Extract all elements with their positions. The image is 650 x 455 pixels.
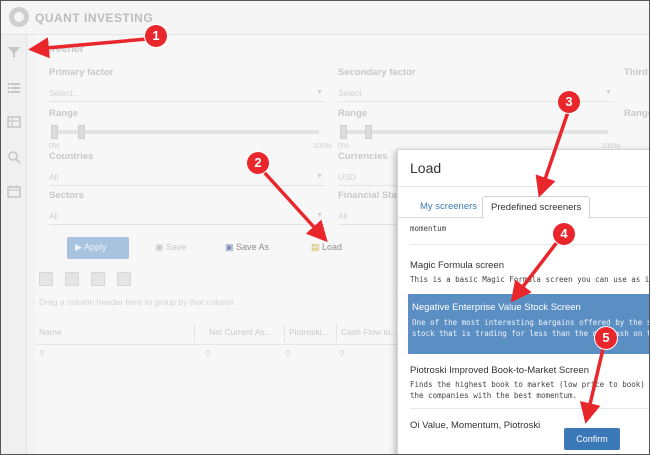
clear-filter-icon[interactable] xyxy=(117,272,131,286)
confirm-button[interactable]: Confirm xyxy=(564,428,620,450)
load-button[interactable]: ▤ Load xyxy=(303,237,350,259)
step-badge-3: 3 xyxy=(558,91,580,113)
list-icon[interactable] xyxy=(7,81,21,95)
list-item-desc-line: Finds the highest book to market (low pr… xyxy=(410,380,649,389)
list-item-desc: momentum xyxy=(410,224,447,233)
table-icon[interactable] xyxy=(7,115,21,129)
screener-title: Screener xyxy=(39,43,84,55)
primary-range-label: Range xyxy=(49,108,79,119)
save-as-button[interactable]: ▣ Save As xyxy=(217,237,277,259)
primary-range-min-value: 0% xyxy=(49,141,60,150)
currencies-label: Currencies xyxy=(338,151,388,162)
list-item-title: Piotroski Improved Book-to-Market Screen xyxy=(410,365,589,376)
grid-filter-row: ⚲ ⚲ ⚲ ⚲ xyxy=(35,344,415,362)
save-button[interactable]: ▣ Save xyxy=(147,237,195,259)
currencies-value: USD xyxy=(338,172,356,182)
logo-text: QUANT INVESTING xyxy=(35,11,154,25)
search-icon[interactable]: ⚲ xyxy=(205,349,211,358)
chevron-down-icon: ▼ xyxy=(605,89,612,96)
load-dialog-title: Load xyxy=(410,160,442,176)
primary-factor-placeholder: Select... xyxy=(49,88,80,98)
apply-label: Apply xyxy=(83,242,107,252)
sectors-select[interactable]: All ▼ xyxy=(49,208,325,225)
column-header-piotroski[interactable]: Piotroski... xyxy=(285,324,337,342)
primary-factor-select[interactable]: Select... ▼ xyxy=(49,85,325,102)
primary-range-min-handle[interactable] xyxy=(51,125,58,139)
divider xyxy=(398,186,649,187)
list-item[interactable]: momentum xyxy=(410,224,649,233)
load-dialog: Load My screeners Predefined screeners m… xyxy=(397,149,650,454)
step-badge-1: 1 xyxy=(145,25,167,47)
tab-predefined-screeners[interactable]: Predefined screeners xyxy=(482,196,591,219)
sectors-value: All xyxy=(49,211,59,221)
chevron-down-icon: ▼ xyxy=(316,89,323,96)
export-csv-icon[interactable] xyxy=(65,272,79,286)
countries-label: Countries xyxy=(49,151,94,162)
divider xyxy=(410,244,649,245)
save-as-icon: ▣ xyxy=(225,242,237,252)
top-bar: QUANT INVESTING xyxy=(1,1,649,35)
financial-statements-select[interactable]: All xyxy=(338,208,398,225)
third-range-label: Range xyxy=(624,108,649,119)
step-badge-2: 2 xyxy=(247,152,269,174)
group-by-hint: Drag a column header here to group by th… xyxy=(39,297,234,307)
column-header-name[interactable]: Name xyxy=(35,324,195,342)
chevron-down-icon: ▼ xyxy=(316,212,323,219)
secondary-range-track[interactable] xyxy=(340,130,608,134)
load-icon: ▤ xyxy=(311,242,323,252)
currencies-select[interactable]: USD xyxy=(338,169,398,186)
search-icon[interactable]: ⚲ xyxy=(339,349,345,358)
search-icon[interactable]: ⚲ xyxy=(285,349,291,358)
list-item-title: Magic Formula screen xyxy=(410,260,504,271)
divider xyxy=(410,408,649,409)
column-chooser-icon[interactable] xyxy=(91,272,105,286)
save-icon: ▣ xyxy=(155,242,167,252)
app-window: QUANT INVESTING Screener Primary factor … xyxy=(0,0,650,455)
list-item[interactable]: Magic Formula screen This is a basic Mag… xyxy=(410,260,650,285)
third-factor-label: Third xyxy=(624,67,648,78)
secondary-range-min-value: 0% xyxy=(338,141,349,150)
list-item-title: Negative Enterprise Value Stock Screen xyxy=(412,302,581,313)
secondary-range-max-handle[interactable] xyxy=(365,125,372,139)
primary-factor-label: Primary factor xyxy=(49,67,114,78)
list-item-desc: Finds the highest book to market (low pr… xyxy=(410,379,649,401)
save-label: Save xyxy=(166,242,187,252)
secondary-factor-label: Secondary factor xyxy=(338,67,416,78)
save-as-label: Save As xyxy=(236,242,270,252)
step-badge-4: 4 xyxy=(553,223,575,245)
calendar-icon[interactable] xyxy=(7,184,21,198)
export-excel-icon[interactable] xyxy=(39,272,53,286)
countries-value: All xyxy=(49,172,59,182)
screener-list: momentum Magic Formula screen This is a … xyxy=(398,220,650,432)
search-icon[interactable]: ⚲ xyxy=(39,349,45,358)
column-header-net-current-assets[interactable]: Net Current As... xyxy=(205,324,285,342)
secondary-factor-placeholder: Select xyxy=(338,88,362,98)
primary-range-max-value: 100% xyxy=(313,141,333,150)
step-badge-5: 5 xyxy=(595,327,617,349)
search-icon[interactable] xyxy=(7,150,21,164)
play-icon: ▶ xyxy=(75,242,84,252)
list-item[interactable]: Piotroski Improved Book-to-Market Screen… xyxy=(410,365,649,401)
screener-toolbar: ▶ Apply ▣ Save ▣ Save As ▤ Load xyxy=(49,233,449,259)
secondary-range-min-handle[interactable] xyxy=(340,125,347,139)
countries-select[interactable]: All ▼ xyxy=(49,169,325,186)
list-item-desc: This is a basic Magic Formula screen you… xyxy=(410,275,650,284)
tab-my-screeners[interactable]: My screeners xyxy=(412,196,485,218)
chevron-down-icon: ▼ xyxy=(316,173,323,180)
filter-icon[interactable] xyxy=(7,45,21,59)
sectors-label: Sectors xyxy=(49,190,84,201)
sidebar xyxy=(1,35,27,454)
load-label: Load xyxy=(322,242,343,252)
list-item-desc-line: One of the most interesting bargains off… xyxy=(412,318,649,327)
secondary-range-label: Range xyxy=(338,108,368,119)
financial-statements-value: All xyxy=(338,211,348,221)
logo-icon xyxy=(9,7,29,27)
apply-button[interactable]: ▶ Apply xyxy=(67,237,129,259)
list-item-desc-line: the companies with the best momentum. xyxy=(410,391,578,400)
primary-range-max-handle[interactable] xyxy=(78,125,85,139)
primary-range-track[interactable] xyxy=(51,130,319,134)
